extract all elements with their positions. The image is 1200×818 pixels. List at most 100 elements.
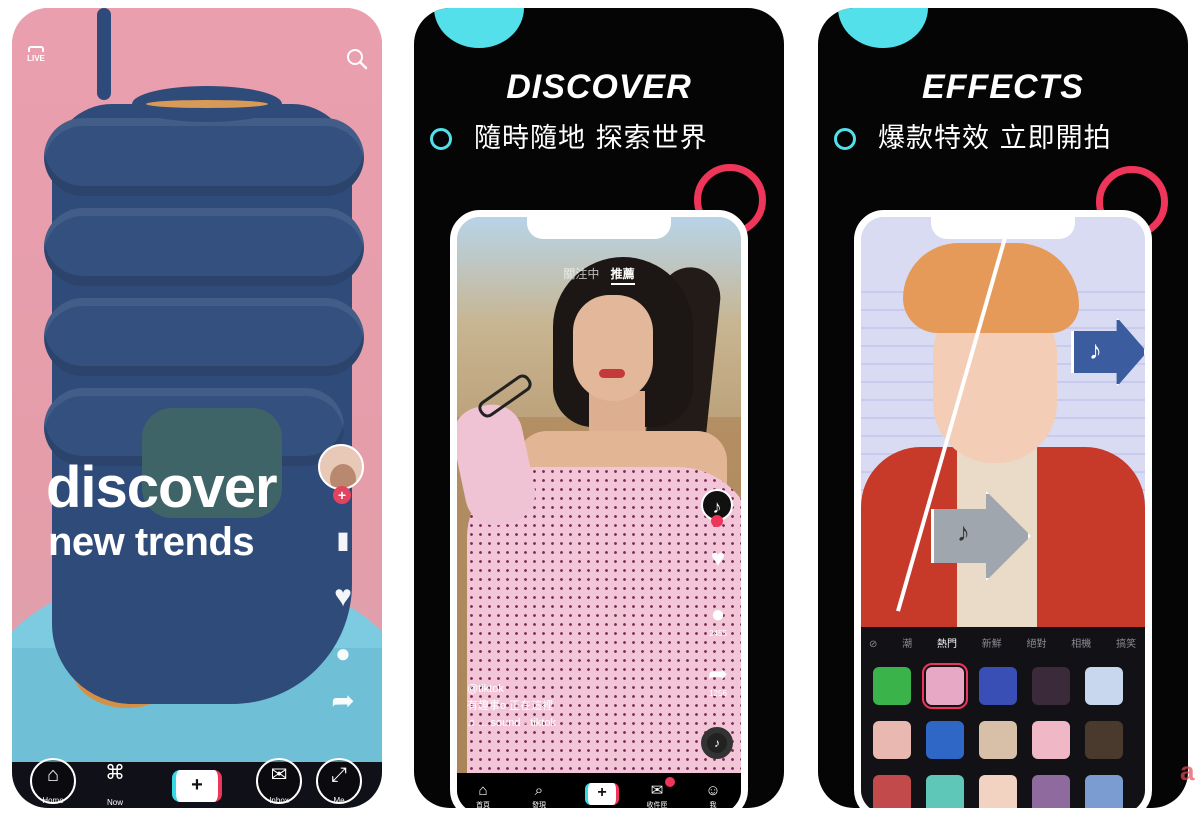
effect-thumbnail[interactable] [873,721,911,759]
glaze-drip [97,8,111,100]
donut-top [132,86,282,122]
create-video-button[interactable]: + [172,770,222,802]
share-icon: ➦ [707,661,729,688]
discover-icon: ⌕ [534,782,544,799]
effects-category-tabs: ⊘ 潮 熱門 新鮮 絕對 相機 搞笑 [869,635,1137,650]
teal-ring-decoration [430,128,452,150]
donut-ring [44,118,364,196]
model-face [573,295,653,401]
tab-following[interactable]: 關注中 [563,267,599,281]
phone-notch [931,217,1075,239]
plus-icon: + [191,774,203,796]
nav-inbox[interactable]: ✉ Inbox [256,758,302,805]
effect-thumbnail[interactable] [1032,721,1070,759]
nav-label: Me [333,796,345,805]
like-button[interactable]: ♥ [701,545,735,573]
share-count: 1256 [709,689,727,698]
app-store-screenshots: LIVE discover new trends + ▮ ♥ ● ➦ ⌂ Hom… [0,0,1200,818]
panel-subtitle: 爆款特效 立即開拍 [878,123,1112,154]
nav-label: 首頁 [476,802,490,808]
tab-camera[interactable]: 相機 [1071,635,1091,650]
me-icon: ☺ [705,782,721,799]
nav-discover[interactable]: ⌕ 發現 [519,782,559,808]
effect-thumbnail[interactable] [1085,775,1123,808]
share-button[interactable]: ➦ 1256 [701,661,735,698]
tab-hot[interactable]: 熱門 [937,635,957,650]
plus-icon: + [597,784,607,801]
comment-count: 2455 [709,629,727,638]
create-video-button[interactable]: + [585,783,619,805]
tab-trend[interactable]: 潮 [902,635,912,650]
tiktok-logo-icon: ♪ [1089,335,1102,365]
caption-sound[interactable]: ♫ ... sound - tiktok [467,715,687,732]
phone-panel-effects: EFFECTS 爆款特效 立即開拍 ♪ ♪ ⊘ 潮 熱門 新鮮 絕對 相機 搞笑 [818,8,1188,808]
teal-ring-decoration [834,128,856,150]
nav-me[interactable]: ⤢ Me [316,758,362,805]
effect-thumbnail[interactable] [1085,721,1123,759]
effect-thumbnail[interactable] [922,663,968,709]
no-effect-icon[interactable]: ⊘ [869,639,877,650]
comment-icon: ● [710,601,726,628]
panel-title: EFFECTS [922,68,1084,106]
effect-thumbnail[interactable] [926,721,964,759]
nav-home[interactable]: ⌂ Home [30,758,76,805]
nav-now[interactable]: ⌘ Now [92,758,138,807]
nav-me[interactable]: ☺ 我 [693,782,733,808]
nav-label: Home [42,796,64,805]
comment-button[interactable]: ● 2455 [701,601,735,638]
nav-label: Inbox [269,796,289,805]
model-lips [599,369,625,378]
tab-absolute[interactable]: 絕對 [1027,635,1047,650]
donut-ring [44,208,364,286]
effect-thumbnail[interactable] [1032,775,1070,808]
heart-icon[interactable]: ♥ [326,580,360,614]
now-icon: ⌘ [105,762,125,784]
share-icon[interactable]: ➦ [326,684,360,718]
nav-label: 收件匣 [646,802,668,808]
effects-grid [873,663,1141,808]
follow-plus-icon[interactable]: + [333,486,351,504]
tab-funny[interactable]: 搞笑 [1116,635,1136,650]
headline-new-trends: new trends [48,520,255,564]
tab-new[interactable]: 新鮮 [982,635,1002,650]
panel-title: DISCOVER [506,68,692,106]
comment-icon[interactable]: ● [326,636,360,670]
tab-for-you[interactable]: 推薦 [610,267,635,285]
caption-username[interactable]: @tiktok [467,681,687,698]
home-icon: ⌂ [478,782,488,799]
effect-thumbnail[interactable] [979,721,1017,759]
search-icon[interactable] [346,48,368,70]
inbox-icon: ✉ [270,764,288,786]
donut-ring [44,298,364,376]
bottom-nav: ⌂ 首頁 ⌕ 發現 + ✉ 收件匣 ☺ 我 [457,773,741,808]
headline-discover: discover [46,455,278,520]
me-icon: ⤢ [331,764,347,786]
avatar[interactable] [318,444,364,490]
effect-thumbnail[interactable] [979,667,1017,705]
effect-thumbnail[interactable] [1032,667,1070,705]
bookmark-icon[interactable]: ▮ [326,524,360,558]
phone-panel-discover-trends: LIVE discover new trends + ▮ ♥ ● ➦ ⌂ Hom… [12,8,382,808]
phone-panel-discover: DISCOVER 隨時隨地 探索世界 關注中 推薦 ♪ ♥ ● 2455 ➦ 1… [414,8,784,808]
live-label: LIVE [27,54,45,63]
nav-home[interactable]: ⌂ 首頁 [463,782,503,808]
music-disc-icon[interactable]: ♪ [701,727,733,759]
effect-thumbnail[interactable] [979,775,1017,808]
follow-plus-icon[interactable] [711,515,723,527]
nav-label: 發現 [532,802,546,808]
panel-subtitle: 隨時隨地 探索世界 [474,123,708,154]
heart-icon: ♥ [710,545,726,572]
effect-thumbnail[interactable] [1085,667,1123,705]
effect-thumbnail[interactable] [873,775,911,808]
effect-thumbnail[interactable] [926,775,964,808]
tiktok-logo-icon: ♪ [957,517,970,547]
nav-label: Now [106,798,123,807]
live-icon[interactable]: LIVE [24,46,48,72]
phone-notch [527,217,671,239]
cyan-decoration [838,8,928,48]
home-icon: ⌂ [46,764,60,786]
cyan-decoration [434,8,524,48]
video-caption: @tiktok 有趣事o 正在這裡 ♫ ... sound - tiktok [467,681,687,732]
effect-thumbnail[interactable] [873,667,911,705]
nav-label: 我 [709,802,717,808]
